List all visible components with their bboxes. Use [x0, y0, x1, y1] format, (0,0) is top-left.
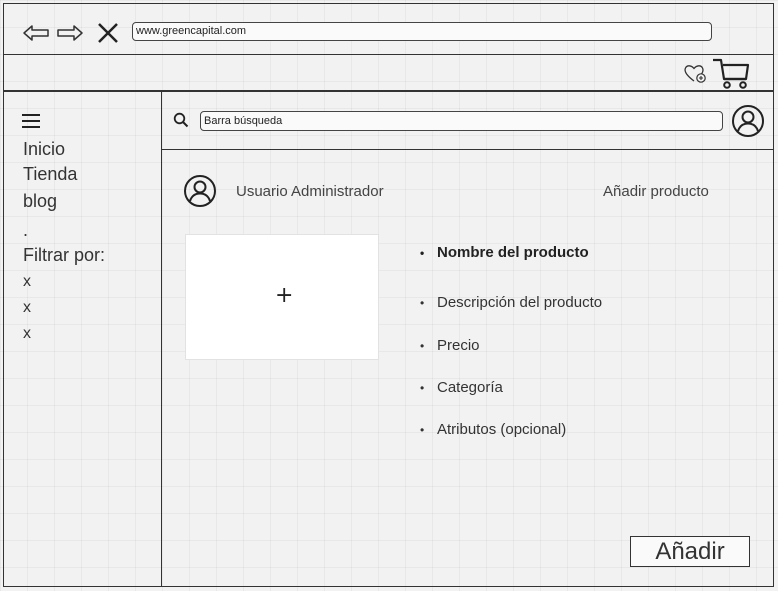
bullet: •	[420, 296, 425, 310]
admin-user-label: Usuario Administrador	[236, 183, 384, 200]
sidebar-separator-dot: .	[23, 220, 29, 240]
field-attributes[interactable]: • Atributos (opcional)	[420, 421, 566, 438]
filter-option[interactable]: x	[23, 273, 31, 291]
field-label: Atributos (opcional)	[437, 421, 567, 438]
field-category[interactable]: • Categoría	[420, 379, 503, 396]
bullet: •	[420, 381, 425, 395]
admin-avatar-icon	[184, 175, 216, 207]
add-image-plus: +	[275, 283, 294, 308]
sidebar-item-blog[interactable]: blog	[23, 190, 57, 212]
heart-add-icon[interactable]	[683, 62, 707, 84]
page-title: Añadir producto	[603, 183, 709, 200]
user-icon[interactable]	[731, 104, 765, 138]
forward-arrow-icon[interactable]	[56, 24, 84, 42]
search-input[interactable]: Barra búsqueda	[200, 111, 723, 131]
filter-option[interactable]: x	[23, 325, 31, 343]
sidebar-item-tienda[interactable]: Tienda	[23, 163, 77, 185]
filter-option[interactable]: x	[23, 299, 31, 317]
bullet: •	[420, 246, 425, 260]
url-bar[interactable]: www.greencapital.com	[132, 22, 712, 41]
bullet: •	[420, 423, 425, 437]
menu-icon[interactable]	[21, 113, 41, 129]
field-product-name[interactable]: • Nombre del producto	[420, 244, 589, 261]
close-icon[interactable]	[96, 21, 120, 45]
field-price[interactable]: • Precio	[420, 337, 480, 354]
field-label: Precio	[437, 337, 480, 354]
field-label: Descripción del producto	[437, 294, 603, 311]
field-label: Categoría	[437, 379, 503, 396]
back-arrow-icon[interactable]	[22, 24, 50, 42]
field-label: Nombre del producto	[437, 244, 589, 261]
add-button[interactable]: Añadir	[630, 536, 750, 567]
sidebar-item-inicio[interactable]: Inicio	[23, 138, 65, 160]
sidebar-filter-label: Filtrar por:	[23, 245, 106, 265]
search-icon[interactable]	[173, 112, 189, 128]
top-bar	[3, 55, 774, 92]
url-text: www.greencapital.com	[136, 25, 247, 37]
field-product-description[interactable]: • Descripción del producto	[420, 294, 602, 311]
bullet: •	[420, 339, 425, 353]
search-placeholder: Barra búsqueda	[204, 115, 283, 127]
cart-icon[interactable]	[712, 57, 752, 91]
